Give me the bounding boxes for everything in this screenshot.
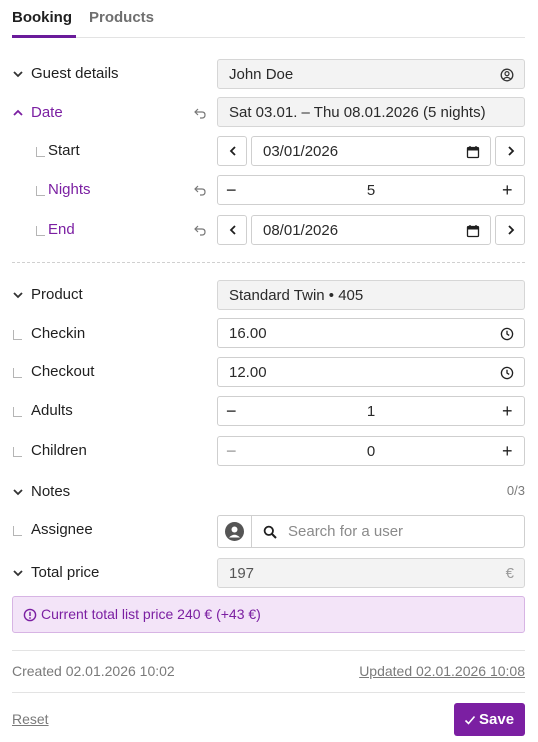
- notes-count: 0/3: [506, 483, 525, 498]
- checkin-time-value: 16.00: [229, 325, 267, 342]
- assignee-search-input[interactable]: [288, 521, 508, 541]
- price-info-alert: Current total list price 240 € (+43 €): [12, 596, 525, 633]
- start-label: Start: [48, 142, 80, 159]
- divider: [12, 650, 525, 651]
- children-value: 0: [366, 443, 376, 460]
- nights-label: Nights: [48, 181, 91, 198]
- guest-name-value: John Doe: [229, 66, 294, 83]
- assignee-label: Assignee: [31, 521, 93, 538]
- calendar-icon[interactable]: [466, 145, 480, 159]
- currency-symbol: €: [505, 565, 514, 582]
- start-date-value: 03/01/2026: [263, 143, 339, 160]
- undo-icon[interactable]: [193, 223, 207, 237]
- end-next-day-button[interactable]: [495, 215, 525, 245]
- date-range-value: Sat 03.01. – Thu 08.01.2026 (5 nights): [229, 104, 486, 121]
- clock-icon[interactable]: [500, 366, 514, 380]
- end-label: End: [48, 221, 75, 238]
- checkout-label: Checkout: [31, 363, 95, 380]
- chevron-down-icon[interactable]: [12, 567, 24, 579]
- start-prev-day-button[interactable]: [217, 136, 247, 166]
- nights-value: 5: [366, 182, 376, 199]
- adults-stepper[interactable]: − 1 +: [217, 396, 525, 426]
- info-circle-icon: [23, 608, 37, 622]
- product-value: Standard Twin • 405: [229, 287, 364, 304]
- guest-details-label: Guest details: [31, 65, 119, 82]
- tree-connector: [36, 147, 45, 157]
- account-circle-icon: [500, 68, 514, 82]
- calendar-icon[interactable]: [466, 224, 480, 238]
- start-date-input[interactable]: 03/01/2026: [251, 136, 491, 166]
- total-price-field[interactable]: 197 €: [217, 558, 525, 588]
- children-stepper[interactable]: − 0 +: [217, 436, 525, 466]
- adults-value: 1: [366, 403, 376, 420]
- product-field[interactable]: Standard Twin • 405: [217, 280, 525, 310]
- updated-timestamp-link[interactable]: Updated 02.01.2026 10:08: [359, 663, 525, 679]
- section-divider: [12, 262, 525, 263]
- end-date-value: 08/01/2026: [263, 222, 339, 239]
- assignee-search-field[interactable]: [217, 515, 525, 548]
- user-avatar-icon: [225, 522, 244, 541]
- children-increment-button[interactable]: +: [502, 442, 516, 461]
- product-label: Product: [31, 286, 83, 303]
- chevron-down-icon[interactable]: [12, 486, 24, 498]
- nights-increment-button[interactable]: +: [502, 181, 516, 200]
- save-button[interactable]: Save: [454, 703, 525, 736]
- tree-connector: [13, 368, 22, 378]
- notes-label: Notes: [31, 483, 71, 500]
- divider: [12, 692, 525, 693]
- active-tab-indicator: [12, 35, 76, 38]
- checkin-time-input[interactable]: 16.00: [217, 318, 525, 348]
- start-next-day-button[interactable]: [495, 136, 525, 166]
- tree-connector: [13, 526, 22, 536]
- undo-icon[interactable]: [193, 106, 207, 120]
- chevron-right-icon: [508, 146, 515, 156]
- tree-connector: [13, 447, 22, 457]
- chevron-left-icon: [229, 146, 236, 156]
- tab-booking[interactable]: Booking: [12, 9, 72, 26]
- avatar-slot: [218, 516, 252, 547]
- checkin-label: Checkin: [31, 325, 86, 342]
- nights-stepper[interactable]: − 5 +: [217, 175, 525, 205]
- children-label: Children: [31, 442, 87, 459]
- tab-products[interactable]: Products: [89, 9, 154, 26]
- reset-link[interactable]: Reset: [12, 711, 49, 727]
- undo-icon[interactable]: [193, 183, 207, 197]
- end-prev-day-button[interactable]: [217, 215, 247, 245]
- check-icon: [464, 715, 476, 725]
- date-range-field[interactable]: Sat 03.01. – Thu 08.01.2026 (5 nights): [217, 97, 525, 127]
- search-icon: [263, 525, 277, 539]
- guest-name-field[interactable]: John Doe: [217, 59, 525, 89]
- chevron-up-icon[interactable]: [12, 107, 24, 119]
- total-price-label: Total price: [31, 564, 100, 581]
- adults-label: Adults: [31, 402, 73, 419]
- adults-increment-button[interactable]: +: [502, 402, 516, 421]
- checkout-time-input[interactable]: 12.00: [217, 357, 525, 387]
- tree-connector: [13, 330, 22, 340]
- chevron-right-icon: [508, 225, 515, 235]
- chevron-left-icon: [229, 225, 236, 235]
- total-price-value: 197: [229, 565, 255, 582]
- tree-connector: [36, 226, 45, 236]
- chevron-down-icon[interactable]: [12, 289, 24, 301]
- tree-connector: [13, 407, 22, 417]
- tab-bar: Booking Products: [12, 0, 525, 38]
- alert-text: Current total list price 240 € (+43 €): [41, 606, 261, 622]
- checkout-time-value: 12.00: [229, 364, 267, 381]
- chevron-down-icon[interactable]: [12, 68, 24, 80]
- tree-connector: [36, 186, 45, 196]
- date-label: Date: [31, 104, 63, 121]
- created-timestamp: Created 02.01.2026 10:02: [12, 663, 175, 679]
- end-date-input[interactable]: 08/01/2026: [251, 215, 491, 245]
- clock-icon[interactable]: [500, 327, 514, 341]
- save-label: Save: [479, 711, 515, 728]
